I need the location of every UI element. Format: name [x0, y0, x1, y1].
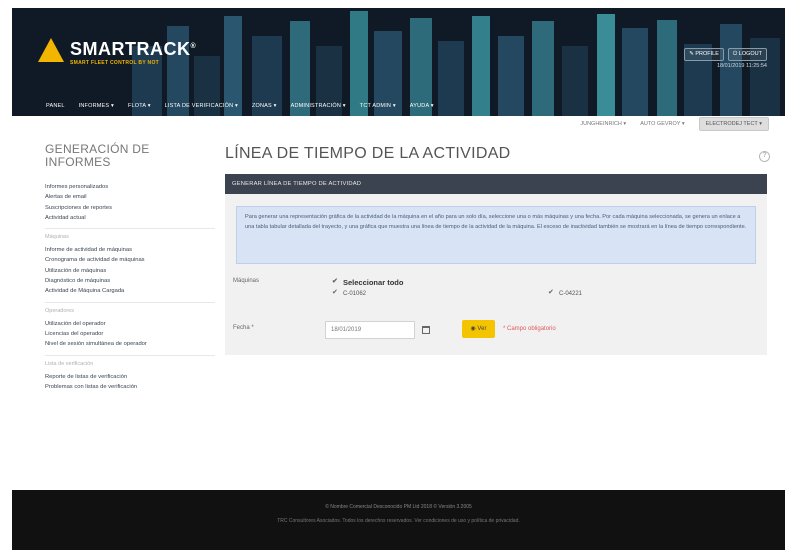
machine-label: C-04221	[559, 291, 583, 297]
account-selector-bar: JUNGHEINRICH ▾ AUTO GEVROY ▾ ELECTRODEJ …	[580, 117, 769, 131]
sidebar-item-utilizacion-maquinas[interactable]: Utilización de máquinas	[45, 266, 215, 276]
checkmark-icon	[332, 288, 339, 297]
main-menu: PANEL INFORMES ▾ FLOTA ▾ LISTA DE VERIFI…	[46, 103, 434, 109]
header-actions: ✎ PROFILE ⏻ LOGOUT	[684, 48, 767, 61]
profile-button[interactable]: ✎ PROFILE	[684, 48, 724, 61]
app-header: SMARTRACK® SMART FLEET CONTROL BY NOT ✎ …	[12, 8, 785, 116]
sidebar-item-reporte-listas[interactable]: Reporte de listas de verificación	[45, 372, 215, 382]
logo-triangle-icon	[38, 38, 64, 62]
brand-registered: ®	[190, 43, 197, 50]
date-label: Fecha *	[233, 325, 254, 331]
help-icon[interactable]: ?	[759, 151, 770, 162]
menu-item-zonas[interactable]: ZONAS ▾	[252, 103, 277, 109]
timeline-form-panel: GENERAR LÍNEA DE TIEMPO DE ACTIVIDAD Par…	[225, 174, 767, 355]
page-title: LÍNEA DE TIEMPO DE LA ACTIVIDAD	[225, 145, 511, 162]
view-button[interactable]: ◉ Ver	[462, 320, 495, 338]
brand-tagline: SMART FLEET CONTROL BY NOT	[70, 60, 160, 66]
sidebar-title: GENERACIÓN DE INFORMES	[45, 142, 150, 169]
required-field-note: * Campo obligatorio	[503, 326, 556, 332]
select-all-checkbox[interactable]: Seleccionar todo	[332, 277, 404, 288]
sidebar-item-actividad-cargada[interactable]: Actividad de Máquina Cargada	[45, 286, 215, 296]
brand-logo[interactable]: SMARTRACK® SMART FLEET CONTROL BY NOT	[38, 38, 196, 66]
app-footer: © Nombre Comercial Desconocido PM Ltd 20…	[12, 490, 785, 550]
menu-item-flota[interactable]: FLOTA ▾	[128, 103, 151, 109]
header-datetime: 18/01/2019 11:25:54	[716, 63, 767, 69]
sidebar-item-suscripciones[interactable]: Suscripciones de reportes	[45, 203, 215, 213]
select-all-label: Seleccionar todo	[343, 278, 404, 287]
sidebar-item-actividad-actual[interactable]: Actividad actual	[45, 213, 215, 223]
menu-item-informes[interactable]: INFORMES ▾	[79, 103, 114, 109]
sidebar-item-alertas-email[interactable]: Alertas de email	[45, 192, 215, 202]
menu-item-administracion[interactable]: ADMINISTRACIÓN ▾	[291, 103, 346, 109]
dealer-dropdown[interactable]: JUNGHEINRICH ▾	[580, 121, 626, 127]
date-input[interactable]: 18/01/2019	[325, 321, 415, 339]
reports-sidebar: GENERACIÓN DE INFORMES Informes personal…	[45, 143, 215, 392]
customer-dropdown[interactable]: AUTO GEVROY ▾	[640, 121, 684, 127]
footer-legal: TRC Consultores Asociados. Todos los der…	[277, 518, 520, 524]
sidebar-item-diagnostico[interactable]: Diagnóstico de máquinas	[45, 276, 215, 286]
sidebar-section-maquinas: Máquinas	[45, 228, 215, 242]
brand-name: SMARTRACK	[70, 39, 191, 59]
site-dropdown-button[interactable]: ELECTRODEJ TECT ▾	[698, 117, 769, 131]
checkmark-icon	[548, 288, 555, 297]
sidebar-item-informes-personalizados[interactable]: Informes personalizados	[45, 182, 215, 192]
machine-checkbox-c04221[interactable]: C-04221	[548, 288, 583, 297]
sidebar-item-utilizacion-operador[interactable]: Utilización del operador	[45, 319, 215, 329]
machine-label: C-01062	[343, 291, 367, 297]
menu-item-lista-verificacion[interactable]: LISTA DE VERIFICACIÓN ▾	[165, 103, 238, 109]
machine-checkbox-c01062[interactable]: C-01062	[332, 288, 367, 297]
sidebar-item-licencias[interactable]: Licencias del operador	[45, 329, 215, 339]
menu-item-tct-admin[interactable]: TCT ADMIN ▾	[360, 103, 396, 109]
sidebar-section-operadores: Operadores	[45, 301, 215, 316]
sidebar-item-problemas-listas[interactable]: Problemas con listas de verificación	[45, 382, 215, 392]
calendar-icon[interactable]	[422, 326, 430, 334]
footer-copyright: © Nombre Comercial Desconocido PM Ltd 20…	[325, 504, 472, 510]
menu-item-panel[interactable]: PANEL	[46, 103, 65, 109]
checkmark-icon	[332, 277, 339, 286]
sidebar-item-sesion-simultanea[interactable]: Nivel de sesión simultánea de operador	[45, 339, 215, 349]
sidebar-item-informe-actividad[interactable]: Informe de actividad de máquinas	[45, 245, 215, 255]
logout-button[interactable]: ⏻ LOGOUT	[727, 48, 767, 61]
info-box: Para generar una representación gráfica …	[236, 206, 756, 264]
main-content: LÍNEA DE TIEMPO DE LA ACTIVIDAD ? GENERA…	[225, 145, 770, 355]
machines-label: Máquinas	[233, 278, 260, 284]
menu-item-ayuda[interactable]: AYUDA ▾	[410, 103, 434, 109]
sidebar-section-lista-verificacion: Lista de verificación	[45, 354, 215, 369]
panel-header: GENERAR LÍNEA DE TIEMPO DE ACTIVIDAD	[225, 174, 767, 194]
sidebar-item-cronograma[interactable]: Cronograma de actividad de máquinas	[45, 255, 215, 265]
